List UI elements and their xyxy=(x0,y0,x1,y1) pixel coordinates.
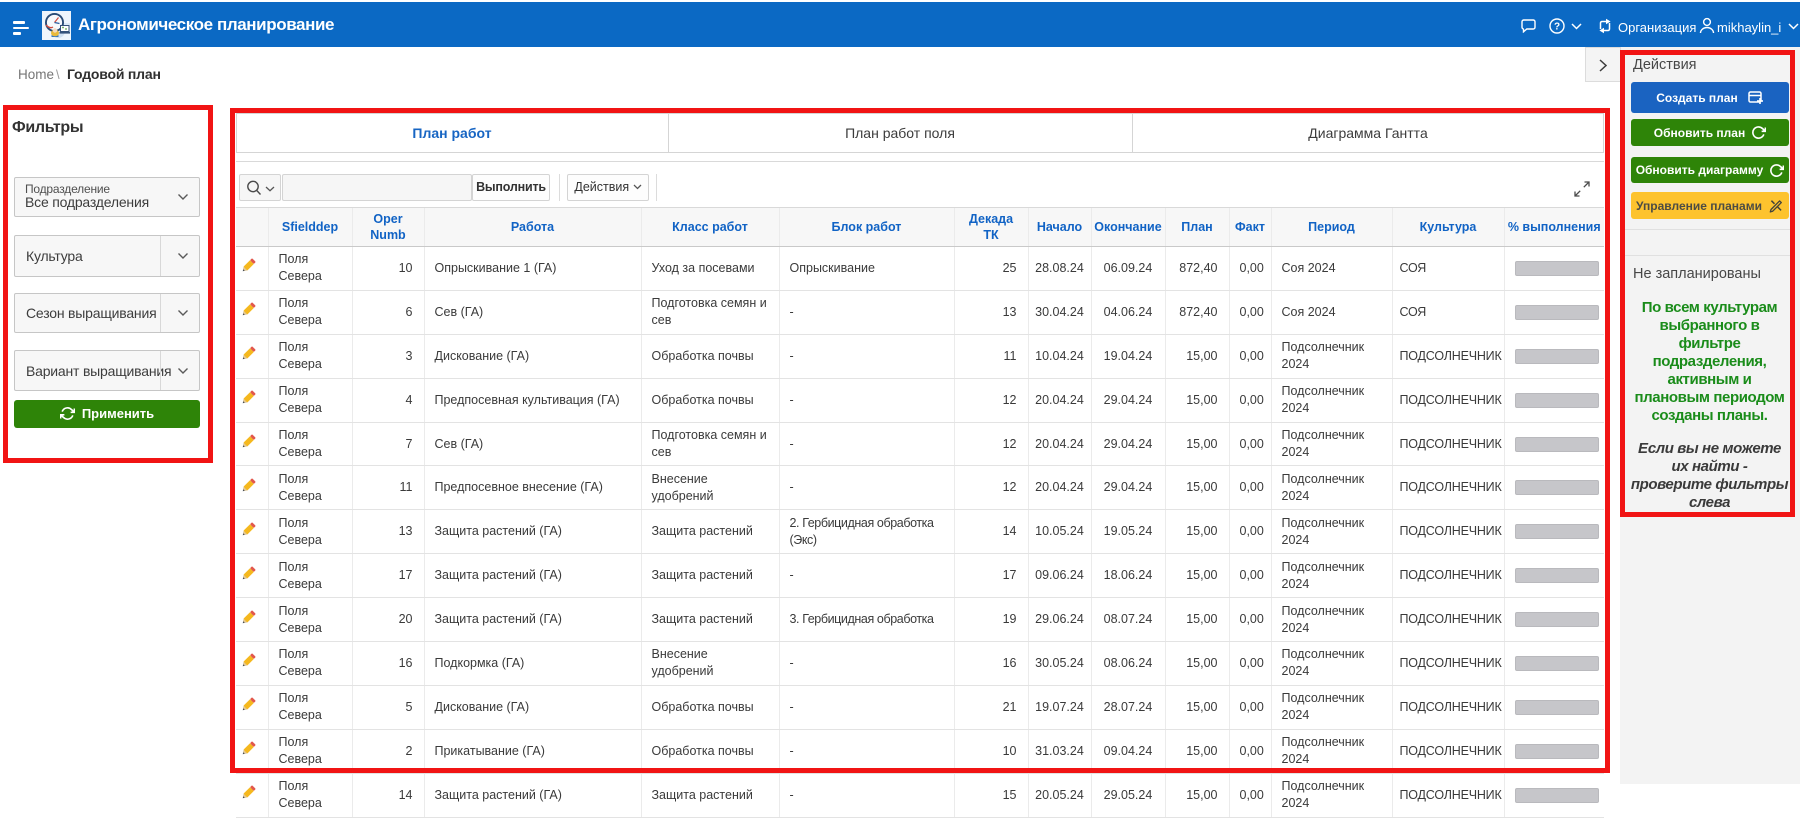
svg-text:?: ? xyxy=(1554,22,1560,33)
